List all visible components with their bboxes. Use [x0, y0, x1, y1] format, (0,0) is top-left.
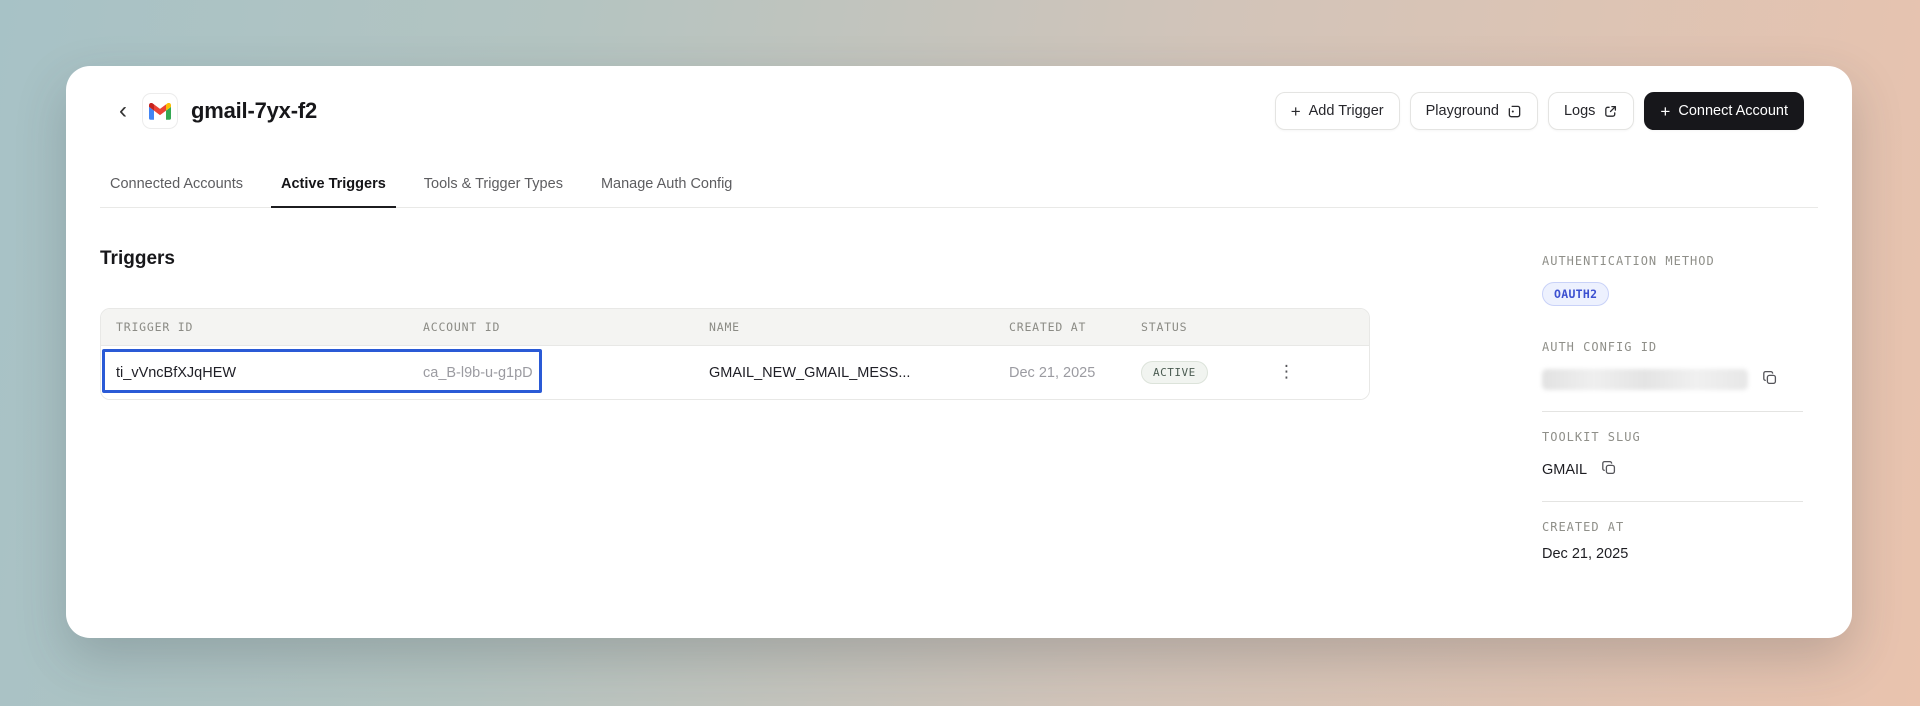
cell-account-id[interactable]: ca_B-l9b-u-g1pD [408, 365, 694, 381]
plus-icon: + [1660, 101, 1671, 121]
back-button[interactable]: ‹ [112, 97, 134, 125]
playground-button[interactable]: Playground [1409, 92, 1538, 130]
created-at-value: Dec 21, 2025 [1542, 546, 1629, 562]
created-at-section: CREATED AT Dec 21, 2025 [1542, 520, 1803, 562]
column-header-status: STATUS [1141, 320, 1188, 334]
column-header-account-id: ACCOUNT ID [423, 320, 501, 334]
cell-trigger-id[interactable]: ti_vVncBfXJqHEW [101, 365, 408, 381]
auth-config-id-section: AUTH CONFIG ID [1542, 340, 1803, 412]
toolkit-slug-section: TOOLKIT SLUG GMAIL [1542, 430, 1803, 502]
status-badge: ACTIVE [1141, 361, 1208, 384]
sidebar-divider [1542, 501, 1803, 502]
logs-button[interactable]: Logs [1547, 92, 1635, 130]
header-actions: + Add Trigger Playground Logs + Connect … [1274, 92, 1804, 130]
add-trigger-button[interactable]: + Add Trigger [1274, 92, 1400, 130]
app-card: ‹ gmail-7yx-f2 + Add Trigger Playground [66, 66, 1852, 638]
gmail-icon [142, 93, 178, 129]
copy-auth-config-id-button[interactable] [1760, 368, 1780, 391]
cell-created-at: Dec 21, 2025 [1009, 364, 1096, 381]
column-header-created-at: CREATED AT [1009, 320, 1087, 334]
connect-account-label: Connect Account [1678, 103, 1788, 119]
page-title: gmail-7yx-f2 [191, 98, 317, 123]
details-sidebar: AUTHENTICATION METHOD OAUTH2 AUTH CONFIG… [1542, 208, 1852, 562]
sidebar-divider [1542, 411, 1803, 412]
logs-label: Logs [1563, 103, 1596, 119]
add-trigger-label: Add Trigger [1308, 103, 1384, 119]
auth-config-id-label: AUTH CONFIG ID [1542, 340, 1658, 354]
copy-icon [1601, 460, 1617, 479]
triggers-table: TRIGGER ID ACCOUNT ID NAME CREATED AT ST… [100, 308, 1370, 400]
authentication-method-section: AUTHENTICATION METHOD OAUTH2 [1542, 254, 1803, 306]
auth-config-id-redacted-value [1542, 369, 1748, 390]
page-header: ‹ gmail-7yx-f2 + Add Trigger Playground [66, 66, 1852, 130]
tab-bar: Connected Accounts Active Triggers Tools… [100, 164, 1818, 208]
created-at-label: CREATED AT [1542, 520, 1625, 534]
cell-status: ACTIVE [1126, 361, 1249, 384]
tab-manage-auth-config[interactable]: Manage Auth Config [591, 164, 742, 208]
playground-label: Playground [1425, 103, 1499, 119]
chevron-left-icon: ‹ [119, 97, 127, 124]
content-area: Triggers TRIGGER ID ACCOUNT ID NAME CREA… [66, 208, 1852, 562]
cell-actions: ⋮ [1249, 360, 1369, 385]
copy-icon [1762, 370, 1778, 389]
triggers-heading: Triggers [100, 248, 175, 269]
column-header-name: NAME [709, 320, 740, 334]
playground-window-icon [1507, 104, 1522, 119]
plus-icon: + [1290, 101, 1301, 121]
toolkit-slug-value: GMAIL [1542, 461, 1588, 478]
table-header-row: TRIGGER ID ACCOUNT ID NAME CREATED AT ST… [101, 309, 1369, 346]
column-header-trigger-id: TRIGGER ID [116, 320, 194, 334]
tab-tools-trigger-types[interactable]: Tools & Trigger Types [414, 164, 573, 208]
copy-toolkit-slug-button[interactable] [1599, 458, 1619, 481]
connect-account-button[interactable]: + Connect Account [1644, 92, 1804, 130]
external-link-icon [1603, 104, 1618, 119]
row-menu-button[interactable]: ⋮ [1270, 360, 1303, 385]
triggers-panel: Triggers TRIGGER ID ACCOUNT ID NAME CREA… [66, 208, 1542, 400]
table-row[interactable]: ti_vVncBfXJqHEW ca_B-l9b-u-g1pD GMAIL_NE… [101, 346, 1369, 399]
cell-name[interactable]: GMAIL_NEW_GMAIL_MESS... [694, 365, 994, 381]
toolkit-slug-label: TOOLKIT SLUG [1542, 430, 1641, 444]
authentication-method-label: AUTHENTICATION METHOD [1542, 254, 1715, 268]
tab-connected-accounts[interactable]: Connected Accounts [100, 164, 253, 208]
tab-active-triggers[interactable]: Active Triggers [271, 164, 396, 208]
kebab-icon: ⋮ [1278, 362, 1295, 382]
oauth2-badge: OAUTH2 [1542, 282, 1610, 306]
